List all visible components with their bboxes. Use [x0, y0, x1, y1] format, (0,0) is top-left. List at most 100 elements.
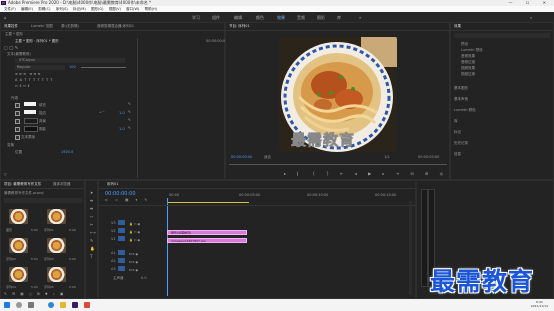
tab-audio[interactable]: 音频	[297, 15, 305, 21]
section-info[interactable]: 信息	[454, 152, 461, 156]
tab-effect-controls[interactable]: 效果控件	[4, 24, 18, 29]
fit-dropdown[interactable]: 适合	[264, 155, 271, 159]
section-libraries[interactable]: 库	[454, 119, 458, 123]
font-dropdown[interactable]: STCaiyun	[15, 58, 125, 63]
tab-project[interactable]: 项目: 最需教育写作文件	[4, 182, 41, 187]
section-markers[interactable]: 标记	[454, 130, 461, 134]
work-area-bar[interactable]	[167, 202, 249, 203]
edge-browser-icon[interactable]	[48, 302, 54, 308]
project-thumbnail[interactable]	[9, 209, 28, 224]
task-view-icon[interactable]	[28, 302, 34, 308]
timeline-tools[interactable]: ⊏ ⊃ ▦ ▾ ✎	[105, 198, 150, 202]
section-essential-graphics[interactable]: 基本图形	[454, 86, 468, 90]
tab-program[interactable]: 节目: 序列01	[229, 24, 250, 29]
search-icon[interactable]: ⌕	[530, 15, 532, 20]
stroke-width-value[interactable]: 1.0	[119, 111, 125, 115]
font-size-value[interactable]: 100	[69, 65, 76, 69]
project-thumbnail[interactable]	[47, 267, 66, 282]
track-target-v3[interactable]	[118, 220, 125, 225]
track-label-a3[interactable]: A3	[111, 267, 116, 271]
tab-lumetri-scopes[interactable]: Lumetri 范围	[31, 24, 53, 29]
section-history[interactable]: 历史记录	[454, 141, 468, 145]
project-thumbnail[interactable]	[9, 267, 28, 282]
filter-icon[interactable]: ▽	[4, 173, 7, 177]
tab-source[interactable]: 源:(无剪辑)	[61, 24, 79, 29]
tab-editing[interactable]: 编辑	[234, 15, 242, 21]
image-clip[interactable]: mmexport1607657.jpg	[167, 238, 247, 243]
project-search-input[interactable]	[4, 198, 82, 203]
resolution-dropdown[interactable]: 1/2	[384, 155, 390, 159]
file-explorer-icon[interactable]	[60, 302, 66, 308]
effects-item-presets[interactable]: 预设	[461, 42, 468, 46]
shape-tools-icon[interactable]: ▢ ◯ ✎	[4, 45, 18, 50]
background-color-swatch[interactable]	[24, 118, 38, 124]
more-workspaces-icon[interactable]: »	[359, 15, 361, 20]
track-label-v3[interactable]: V3	[111, 221, 116, 225]
master-track-value[interactable]: 0.0	[141, 276, 147, 280]
program-timecode[interactable]: 00:00:00:00	[231, 155, 252, 159]
text-format-icons[interactable]: A A T T T T T T T	[15, 78, 53, 82]
windows-start-icon[interactable]	[4, 302, 10, 308]
program-video-frame[interactable]: 最需教育	[279, 37, 397, 152]
track-target-v2[interactable]	[118, 228, 125, 233]
tab-color[interactable]: 颜色	[256, 15, 264, 21]
track-target-v1[interactable]	[118, 236, 125, 241]
fill-checkbox[interactable]	[15, 103, 20, 108]
tab-libraries[interactable]: 库	[337, 15, 341, 21]
overlay-title-text[interactable]: 最需教育	[291, 129, 355, 150]
eyedropper-background-icon[interactable]: ✎	[128, 118, 131, 122]
track-label-a1[interactable]: A1	[111, 251, 116, 255]
tab-media-browser[interactable]: 媒体浏览器	[53, 182, 71, 187]
effects-search-input[interactable]	[454, 33, 550, 38]
stroke-color-swatch[interactable]	[24, 110, 36, 114]
search-icon[interactable]	[16, 302, 22, 308]
tab-sequence[interactable]: 序列01	[107, 182, 118, 187]
shadow-color-swatch[interactable]	[24, 126, 38, 132]
mask-checkbox[interactable]	[15, 135, 20, 140]
program-scrubber[interactable]	[229, 164, 447, 165]
position-value[interactable]: 1920.0	[61, 150, 73, 154]
track-target-a2[interactable]	[118, 258, 125, 263]
section-essential-sound[interactable]: 基本声音	[454, 97, 468, 101]
playhead[interactable]	[167, 198, 168, 296]
track-toggles-audio[interactable]: M S ◉ M S ◉ M S ◉	[129, 250, 138, 274]
tab-assembly[interactable]: 组件	[212, 15, 220, 21]
section-lumetri-color[interactable]: Lumetri 颜色	[454, 108, 476, 112]
eyedropper-icon[interactable]: ✎	[128, 102, 131, 106]
effects-item-lumetri-presets[interactable]: Lumetri 预设	[461, 48, 483, 52]
track-target-a1[interactable]	[118, 250, 125, 255]
project-footer-icons[interactable]: ✎ ☰ ▦ ○ ⊞ ✚ ⌕ ▣	[4, 292, 65, 296]
tab-graphics[interactable]: 图形	[317, 15, 325, 21]
effects-item-audio-effects[interactable]: 音频效果	[461, 54, 475, 58]
timeline-scrollbar[interactable]	[409, 201, 412, 295]
home-icon[interactable]: ⌂	[4, 15, 7, 20]
effects-item-video-transitions[interactable]: 视频过渡	[461, 72, 475, 76]
app-taskbar-icon[interactable]	[84, 302, 90, 308]
track-label-v1[interactable]: V1	[111, 237, 116, 241]
stroke-checkbox[interactable]	[15, 111, 20, 116]
fill-color-swatch[interactable]	[24, 102, 36, 106]
shadow-checkbox[interactable]	[15, 127, 20, 132]
add-stroke-icon[interactable]: + ─	[99, 110, 104, 114]
track-label-a2[interactable]: A2	[111, 259, 116, 263]
tab-effects-panel[interactable]: 效果	[454, 24, 461, 29]
graphic-clip[interactable]: 图形(最需教育)	[167, 230, 247, 235]
track-toggles-video[interactable]: 🔒 ▭ ◉ 🔒 ▭ ◉ 🔒 ▭ ◉	[129, 220, 140, 244]
system-clock[interactable]: 8:43 2021/11/12	[531, 300, 548, 308]
track-label-v2[interactable]: V2	[111, 229, 116, 233]
premiere-taskbar-icon[interactable]	[72, 302, 78, 308]
tab-audio-clip-mixer[interactable]: 音频剪辑混合器:序列01	[97, 24, 134, 29]
track-target-a3[interactable]	[118, 266, 125, 271]
text-spacing-icons[interactable]: ⇔ ⇕ ⇔ ⇕	[15, 84, 30, 88]
font-style-dropdown[interactable]: Regular	[15, 65, 65, 70]
tool-icons[interactable]: ➤ ⇹ ⇼ ⇿ ✂ ⟷ ✎ ✋ T	[90, 189, 96, 261]
background-checkbox[interactable]	[15, 119, 20, 124]
project-thumbnail[interactable]	[9, 238, 28, 253]
project-thumbnail[interactable]	[47, 209, 66, 224]
effects-item-audio-transitions[interactable]: 音频过渡	[461, 60, 475, 64]
eyedropper-stroke-icon[interactable]: ✎	[128, 110, 131, 114]
effects-item-video-effects[interactable]: 视频效果	[461, 66, 475, 70]
font-size-slider[interactable]	[81, 67, 126, 68]
transport-controls[interactable]: ▸ ⎸ { } ⇤ ◂ ▶ ▸ ⇥ ⊟ ⊞ ◎ ⊕	[284, 171, 463, 176]
tab-effects[interactable]: 效果	[277, 15, 285, 21]
